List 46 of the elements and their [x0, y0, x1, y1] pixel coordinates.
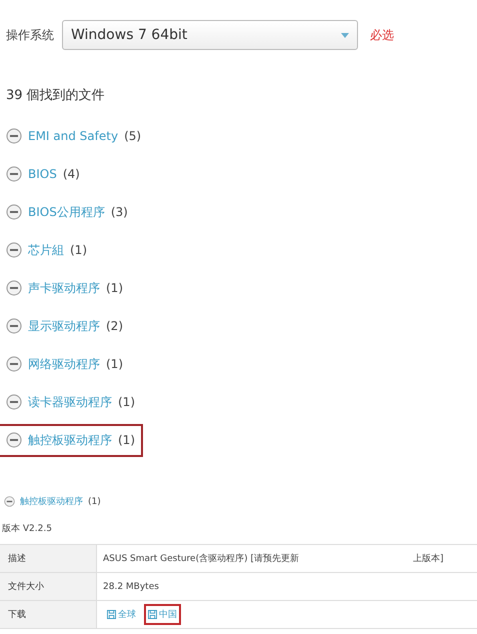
dropdown-caret-icon [341, 32, 349, 38]
collapse-icon[interactable] [6, 166, 22, 182]
category-link[interactable]: 显示驱动程序 [28, 318, 100, 334]
field-label: 操作系统 [6, 26, 54, 44]
table-cell: 28.2 MBytes [103, 582, 159, 592]
category-link[interactable]: BIOS公用程序 [28, 204, 105, 220]
category-count: (5) [124, 129, 142, 143]
category-count: (1) [106, 357, 123, 371]
download-link[interactable]: 全球 [103, 604, 140, 625]
category-link[interactable]: 芯片組 [28, 242, 64, 258]
table-cell-text: 上版本] [412, 552, 444, 565]
row-header: 描述 [0, 545, 97, 572]
version-label: 版本 V2.2.5 [2, 522, 53, 535]
category-count: (4) [62, 167, 80, 181]
result-count: 39 個找到的文件 [6, 87, 106, 104]
category-count: (1) [88, 496, 101, 506]
category-count: (1) [118, 433, 135, 447]
download-link[interactable]: 中国 [144, 604, 181, 625]
category-count: (3) [110, 205, 128, 219]
row-header: 文件大小 [0, 573, 97, 600]
collapse-icon[interactable] [6, 356, 22, 372]
category-count: (1) [70, 243, 87, 257]
required-note: 必选 [370, 26, 394, 44]
collapse-icon[interactable] [6, 318, 22, 334]
category-link[interactable]: 网络驱动程序 [28, 356, 100, 372]
category-link[interactable]: EMI and Safety [28, 129, 118, 143]
category-link[interactable]: 声卡驱动程序 [28, 280, 100, 296]
row-header: 下载 [0, 601, 97, 628]
category-link[interactable]: 读卡器驱动程序 [28, 394, 112, 410]
collapse-icon[interactable] [6, 394, 22, 410]
save-icon [148, 610, 157, 619]
table-cell-text: ASUS Smart Gesture(含驱动程序) [请预先更新 [103, 552, 299, 565]
collapse-icon[interactable] [6, 242, 22, 258]
os-select[interactable]: Windows 7 64bit [62, 20, 358, 50]
collapse-icon[interactable] [6, 204, 22, 220]
category-count: (2) [106, 319, 123, 333]
save-icon [107, 610, 116, 619]
collapse-icon[interactable] [6, 432, 22, 448]
collapse-icon[interactable] [6, 280, 22, 296]
category-count: (1) [118, 395, 135, 409]
category-count: (1) [106, 281, 123, 295]
category-link[interactable]: 触控板驱动程序 [20, 495, 83, 508]
category-link[interactable]: BIOS [28, 167, 57, 181]
collapse-icon[interactable] [6, 128, 22, 144]
category-link[interactable]: 触控板驱动程序 [28, 432, 112, 448]
collapse-icon[interactable] [4, 496, 15, 507]
